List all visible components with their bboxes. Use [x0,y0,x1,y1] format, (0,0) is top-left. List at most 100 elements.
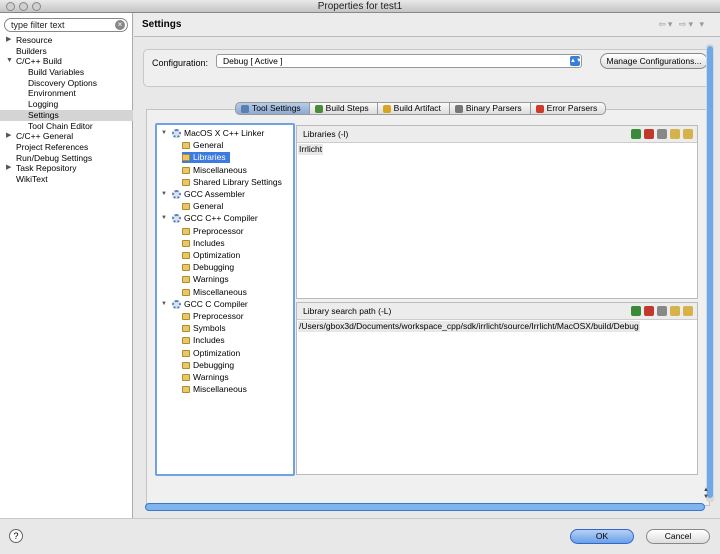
tree-tool-node[interactable]: ▼ GCC Assembler [161,189,245,200]
tool-tree[interactable]: ▼ MacOS X C++ Linker General Libraries Misce… [155,123,295,476]
tree-option-node[interactable]: Preprocessor [182,311,244,322]
nav-item[interactable]: Build Variables [0,67,133,78]
nav-item[interactable]: Builders [0,46,133,57]
option-folder-icon [182,349,190,357]
nav-item[interactable]: Discovery Options [0,78,133,89]
window-controls[interactable] [6,2,41,11]
collapsed-arrow-icon[interactable]: ▶ [6,131,11,142]
add-icon[interactable] [631,306,641,316]
expanded-arrow-icon[interactable]: ▼ [161,213,169,224]
tree-option-node[interactable]: Miscellaneous [182,287,247,298]
tab[interactable]: Error Parsers [530,102,607,115]
tree-option-node[interactable]: Warnings [182,372,229,383]
tree-option-node[interactable]: Debugging [182,262,234,273]
option-folder-icon [182,288,190,296]
tree-node-label: Preprocessor [193,311,244,321]
nav-item[interactable]: ▶ Task Repository [0,163,133,174]
tree-option-node[interactable]: Shared Library Settings [182,177,282,188]
delete-icon[interactable] [644,129,654,139]
move-down-icon[interactable] [683,129,693,139]
tab[interactable]: Build Artifact [377,102,450,115]
nav-item[interactable]: ▶ C/C++ General [0,131,133,142]
delete-icon[interactable] [644,306,654,316]
filter-text[interactable]: type filter text [11,20,65,30]
tree-node-label: Optimization [193,347,241,358]
help-button[interactable]: ? [9,529,23,543]
history-nav-icon[interactable]: ⇦▾ ⇨▾ ▾ [658,19,706,30]
cancel-button[interactable]: Cancel [646,529,710,544]
nav-item[interactable]: Settings [0,109,133,121]
library-path-item[interactable]: /Users/gbox3d/Documents/workspace_cpp/sd… [298,321,640,332]
collapsed-arrow-icon[interactable]: ▶ [6,163,11,174]
libraries-pane: Libraries (-l) Irrlicht [296,125,698,299]
manage-configurations-button[interactable]: Manage Configurations... [600,53,708,69]
nav-item[interactable]: Tool Chain Editor [0,121,133,132]
clear-icon[interactable]: × [115,20,125,30]
tree-option-node[interactable]: General [182,140,223,151]
tab-label: Tool Settings [252,103,301,113]
tab-icon [454,104,463,113]
move-up-icon[interactable] [670,306,680,316]
nav-item[interactable]: Run/Debug Settings [0,153,133,164]
tree-option-node[interactable]: Symbols [182,323,226,334]
tab[interactable]: Binary Parsers [449,102,531,115]
configuration-select[interactable]: Debug [ Active ] ▲▼ [216,54,582,68]
minimize-light[interactable] [19,2,28,11]
tree-node-label: Preprocessor [193,225,244,236]
library-path-pane: Library search path (-L) /Users/gbox3d/D… [296,302,698,475]
tree-option-node[interactable]: Debugging [182,360,234,371]
tree-option-node[interactable]: General [182,201,223,212]
tree-option-node[interactable]: Libraries [182,152,230,164]
nav-item-label: Logging [28,99,59,110]
add-icon[interactable] [631,129,641,139]
tab-icon [382,104,391,113]
expanded-arrow-icon[interactable]: ▼ [161,128,169,139]
vertical-scrollbar[interactable] [706,44,714,502]
edit-icon[interactable] [657,306,667,316]
tree-option-node[interactable]: Preprocessor [182,226,244,237]
expanded-arrow-icon[interactable]: ▼ [161,189,169,200]
nav-item[interactable]: ▶ Resource [0,35,133,46]
libraries-item[interactable]: Irrlicht [298,144,324,155]
horizontal-scrollbar[interactable] [145,503,705,511]
tree-tool-node[interactable]: ▼ GCC C++ Compiler [161,213,258,224]
filter-input[interactable]: type filter text × [4,18,128,32]
tab[interactable]: Tool Settings [235,102,310,115]
vertical-scroll-thumb[interactable] [707,46,713,498]
nav-item[interactable]: ▼ C/C++ Build [0,56,133,67]
nav-item[interactable]: WikiText [0,174,133,185]
tree-option-node[interactable]: Miscellaneous [182,384,247,395]
nav-item-label: C/C++ General [16,131,74,142]
scroll-arrows-icon[interactable]: ▲ ▼ [703,487,709,501]
tree-option-node[interactable]: Optimization [182,250,240,261]
option-folder-icon [182,142,190,150]
tree-option-node[interactable]: Includes [182,238,225,249]
tree-option-node[interactable]: Optimization [182,348,240,359]
nav-item[interactable]: Environment [0,88,133,99]
tree-node-label: Shared Library Settings [193,176,282,187]
collapsed-arrow-icon[interactable]: ▶ [6,35,11,46]
nav-item-label: WikiText [16,173,48,184]
tree-option-node[interactable]: Includes [182,335,225,346]
expanded-arrow-icon[interactable]: ▼ [161,299,169,310]
page-header: Settings ⇦▾ ⇨▾ ▾ [134,13,720,37]
tab[interactable]: Build Steps [309,102,378,115]
tree-tool-node[interactable]: ▼ GCC C Compiler [161,299,248,310]
tree-option-node[interactable]: Warnings [182,274,229,285]
nav-item[interactable]: Project References [0,142,133,153]
expanded-arrow-icon[interactable]: ▼ [6,56,13,67]
nav-item-label: Tool Chain Editor [28,120,93,131]
move-up-icon[interactable] [670,129,680,139]
tree-option-node[interactable]: Miscellaneous [182,165,247,176]
ok-button[interactable]: OK [570,529,634,544]
tree-node-label: GCC C Compiler [184,298,248,309]
nav-item[interactable]: Logging [0,99,133,110]
library-path-header: Library search path (-L) [297,303,697,320]
edit-icon[interactable] [657,129,667,139]
close-light[interactable] [6,2,15,11]
tree-tool-node[interactable]: ▼ MacOS X C++ Linker [161,128,264,139]
libraries-header: Libraries (-l) [297,126,697,143]
chevron-down-icon[interactable]: ▲▼ [570,56,582,66]
zoom-light[interactable] [32,2,41,11]
move-down-icon[interactable] [683,306,693,316]
